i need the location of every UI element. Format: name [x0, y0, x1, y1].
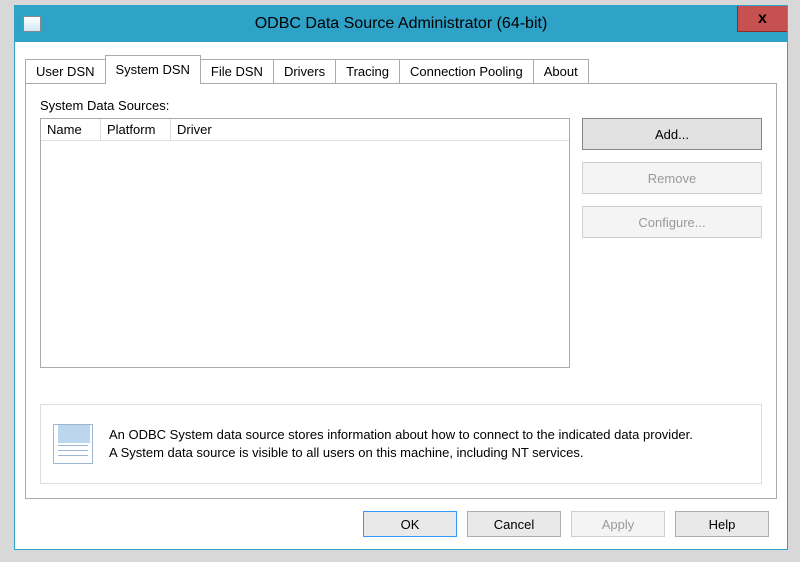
dialog-buttons: OK Cancel Apply Help: [15, 499, 787, 549]
tab-about[interactable]: About: [533, 59, 589, 84]
info-line2: A System data source is visible to all u…: [109, 445, 583, 460]
col-driver[interactable]: Driver: [171, 119, 569, 140]
add-button[interactable]: Add...: [582, 118, 762, 150]
col-name[interactable]: Name: [41, 119, 101, 140]
tabstrip: User DSN System DSN File DSN Drivers Tra…: [25, 56, 777, 84]
system-data-sources-label: System Data Sources:: [40, 98, 169, 113]
configure-button: Configure...: [582, 206, 762, 238]
data-sources-list[interactable]: Name Platform Driver: [40, 118, 570, 368]
list-header: Name Platform Driver: [41, 119, 569, 141]
col-platform[interactable]: Platform: [101, 119, 171, 140]
close-button[interactable]: x: [737, 6, 787, 32]
app-icon: [23, 16, 41, 32]
cancel-button[interactable]: Cancel: [467, 511, 561, 537]
info-box: An ODBC System data source stores inform…: [40, 404, 762, 484]
info-line1: An ODBC System data source stores inform…: [109, 427, 693, 442]
remove-button: Remove: [582, 162, 762, 194]
titlebar: ODBC Data Source Administrator (64-bit) …: [15, 6, 787, 42]
tab-system-dsn[interactable]: System DSN: [105, 55, 201, 84]
database-icon: [53, 424, 93, 464]
tab-file-dsn[interactable]: File DSN: [200, 59, 274, 84]
apply-button: Apply: [571, 511, 665, 537]
tab-connection-pooling[interactable]: Connection Pooling: [399, 59, 534, 84]
ok-button[interactable]: OK: [363, 511, 457, 537]
system-dsn-page: System Data Sources: Name Platform Drive…: [25, 83, 777, 499]
tab-user-dsn[interactable]: User DSN: [25, 59, 106, 84]
help-button[interactable]: Help: [675, 511, 769, 537]
side-buttons: Add... Remove Configure...: [582, 118, 762, 250]
info-text: An ODBC System data source stores inform…: [109, 426, 693, 461]
tab-drivers[interactable]: Drivers: [273, 59, 336, 84]
odbc-admin-window: ODBC Data Source Administrator (64-bit) …: [14, 5, 788, 550]
window-title: ODBC Data Source Administrator (64-bit): [15, 15, 787, 33]
tab-tracing[interactable]: Tracing: [335, 59, 400, 84]
client-area: User DSN System DSN File DSN Drivers Tra…: [15, 42, 787, 549]
